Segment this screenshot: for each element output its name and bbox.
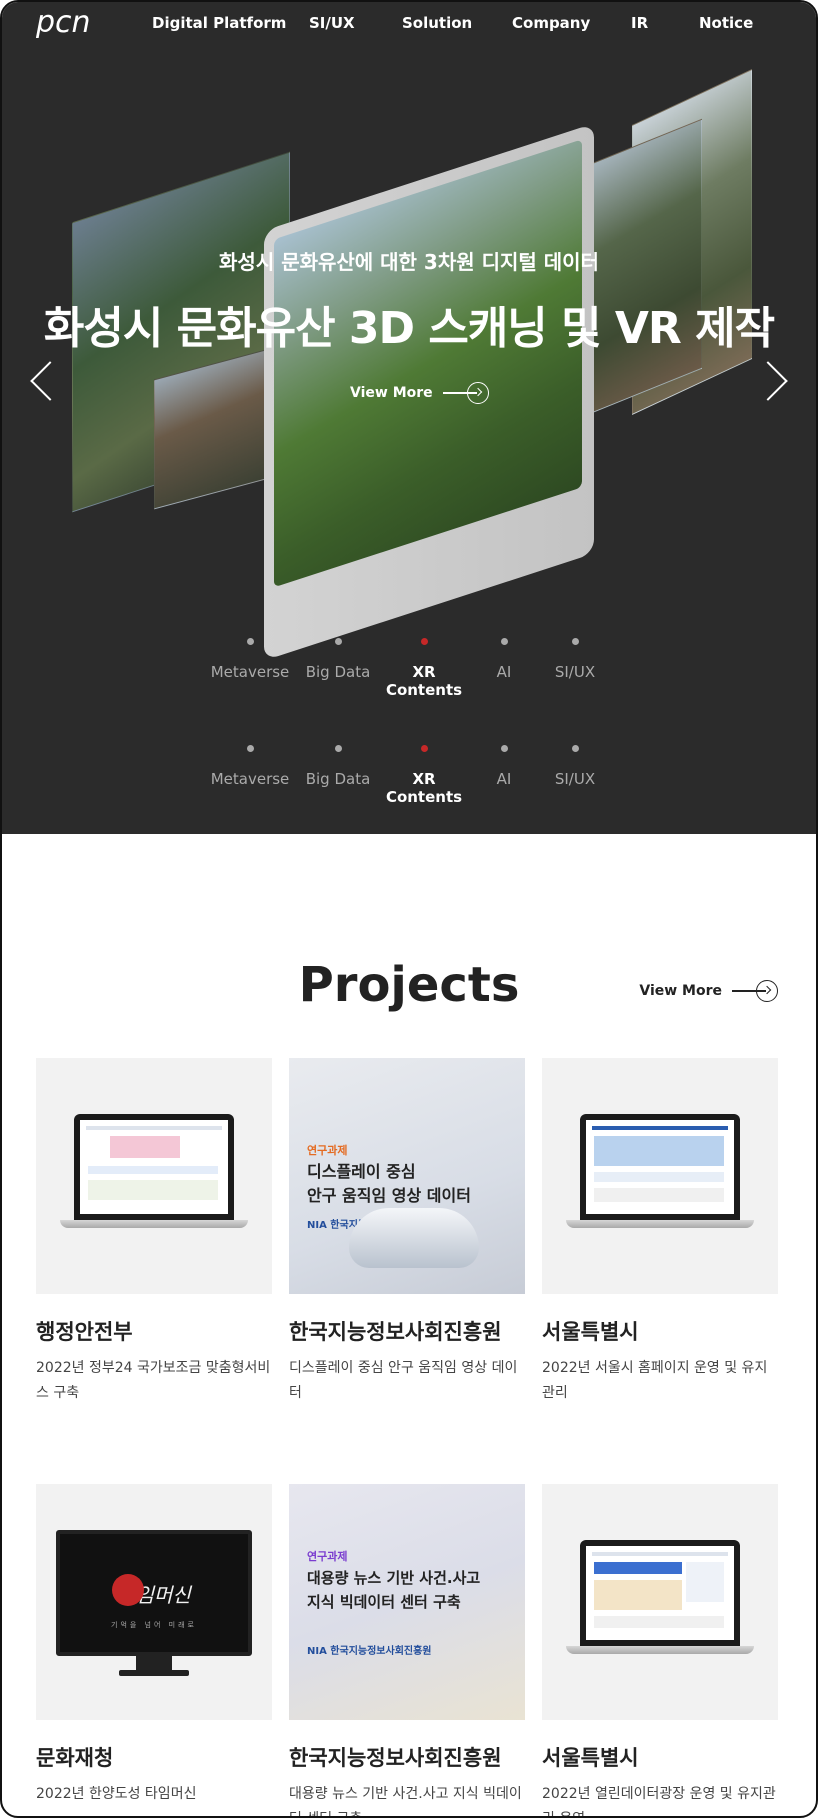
- project-card[interactable]: 연구과제 디스플레이 중심 안구 움직임 영상 데이터 NIA 한국지능정보사회…: [289, 1058, 525, 1406]
- project-card[interactable]: 서울특별시 2022년 서울시 홈페이지 운영 및 유지관리: [542, 1058, 778, 1406]
- nav-item-company[interactable]: Company: [512, 14, 590, 32]
- tab-metaverse[interactable]: Metaverse: [200, 745, 300, 788]
- nav-item-ir[interactable]: IR: [631, 14, 648, 32]
- project-thumbnail: 연구과제 대용량 뉴스 기반 사건.사고 지식 빅데이터 센터 구축 NIA 한…: [289, 1484, 525, 1720]
- research-heading-line2: 지식 빅데이터 센터 구축: [307, 1593, 461, 1611]
- project-title: 서울특별시: [542, 1746, 639, 1770]
- project-thumbnail: [542, 1484, 778, 1720]
- laptop-illustration: [566, 1114, 754, 1228]
- research-tag: 연구과제: [307, 1144, 348, 1157]
- project-description: 2022년 한양도성 타임머신: [36, 1786, 197, 1802]
- svg-text:pcn: pcn: [36, 8, 91, 38]
- tab-metaverse[interactable]: Metaverse: [200, 638, 300, 681]
- project-title: 문화재청: [36, 1746, 114, 1770]
- hero-title: 화성시 문화유산 3D 스캐닝 및 VR 제작: [43, 303, 775, 354]
- research-tag: 연구과제: [307, 1550, 348, 1563]
- timemachine-screen-subtitle: 기억을 넘어 미래로: [111, 1621, 197, 1629]
- project-thumbnail: 타임머신 기억을 넘어 미래로: [36, 1484, 272, 1720]
- nia-org-label: NIA 한국지능정보사회진흥원: [307, 1646, 432, 1657]
- tab-si-ux[interactable]: SI/UX: [525, 638, 625, 681]
- hero-subtitle: 화성시 문화유산에 대한 3차원 디지털 데이터: [219, 250, 599, 274]
- project-card[interactable]: 타임머신 기억을 넘어 미래로 문화재청 2022년 한양도성 타임머신: [36, 1484, 272, 1807]
- view-more-label: View More: [639, 983, 722, 999]
- nav-item-notice[interactable]: Notice: [699, 14, 753, 32]
- tab-big-data[interactable]: Big Data: [288, 745, 388, 788]
- page-frame: pcn Digital Platform SI/UX Solution Comp…: [0, 0, 818, 1818]
- hero-section: pcn Digital Platform SI/UX Solution Comp…: [2, 2, 816, 834]
- next-slide-arrow-icon[interactable]: [748, 361, 788, 401]
- nav-item-digital-platform[interactable]: Digital Platform: [152, 14, 286, 32]
- research-heading-line1: 디스플레이 중심: [307, 1162, 416, 1181]
- prev-slide-arrow-icon[interactable]: [30, 361, 70, 401]
- robot-hand-image: [349, 1208, 479, 1268]
- project-card[interactable]: 연구과제 대용량 뉴스 기반 사건.사고 지식 빅데이터 센터 구축 NIA 한…: [289, 1484, 525, 1816]
- project-description: 디스플레이 중심 안구 움직임 영상 데이터: [289, 1360, 518, 1401]
- category-tabs-secondary: Metaverse Big Data XR Contents AI SI/UX: [2, 745, 816, 806]
- category-tabs: Metaverse Big Data XR Contents AI SI/UX: [2, 638, 816, 699]
- project-description: 2022년 서울시 홈페이지 운영 및 유지관리: [542, 1360, 768, 1401]
- nav-item-si-ux[interactable]: SI/UX: [309, 14, 355, 32]
- monitor-screen-image: [274, 139, 582, 588]
- project-title: 서울특별시: [542, 1320, 639, 1344]
- arrow-right-circle-icon: [732, 980, 778, 1002]
- project-title: 한국지능정보사회진흥원: [289, 1746, 502, 1770]
- research-heading-line1: 대용량 뉴스 기반 사건.사고: [307, 1569, 481, 1587]
- tab-big-data[interactable]: Big Data: [288, 638, 388, 681]
- project-description: 대용량 뉴스 기반 사건.사고 지식 빅데이터 센터 구축: [289, 1786, 522, 1816]
- project-title: 한국지능정보사회진흥원: [289, 1320, 502, 1344]
- arrow-right-circle-icon: [442, 382, 489, 404]
- top-nav: pcn Digital Platform SI/UX Solution Comp…: [2, 2, 816, 46]
- project-thumbnail: [36, 1058, 272, 1294]
- project-thumbnail: [542, 1058, 778, 1294]
- project-description: 2022년 정부24 국가보조금 맞춤형서비스 구축: [36, 1360, 271, 1401]
- view-more-label: View More: [350, 385, 433, 401]
- hero-view-more-button[interactable]: View More: [350, 382, 489, 404]
- project-thumbnail: 연구과제 디스플레이 중심 안구 움직임 영상 데이터 NIA 한국지능정보사회…: [289, 1058, 525, 1294]
- project-card[interactable]: 서울특별시 2022년 열린데이터광장 운영 및 유지관리 운영: [542, 1484, 778, 1816]
- laptop-illustration: [566, 1540, 754, 1654]
- pcn-logo[interactable]: pcn: [36, 8, 108, 38]
- tab-si-ux[interactable]: SI/UX: [525, 745, 625, 788]
- nav-item-solution[interactable]: Solution: [402, 14, 472, 32]
- projects-view-more-button[interactable]: View More: [639, 980, 778, 1002]
- monitor-illustration: 타임머신 기억을 넘어 미래로: [56, 1530, 252, 1676]
- project-title: 행정안전부: [36, 1320, 133, 1344]
- project-card[interactable]: 행정안전부 2022년 정부24 국가보조금 맞춤형서비스 구축: [36, 1058, 272, 1406]
- research-heading-line2: 안구 움직임 영상 데이터: [307, 1186, 471, 1205]
- laptop-illustration: [60, 1114, 248, 1228]
- project-description: 2022년 열린데이터광장 운영 및 유지관리 운영: [542, 1786, 776, 1816]
- emblem-icon: [112, 1574, 144, 1606]
